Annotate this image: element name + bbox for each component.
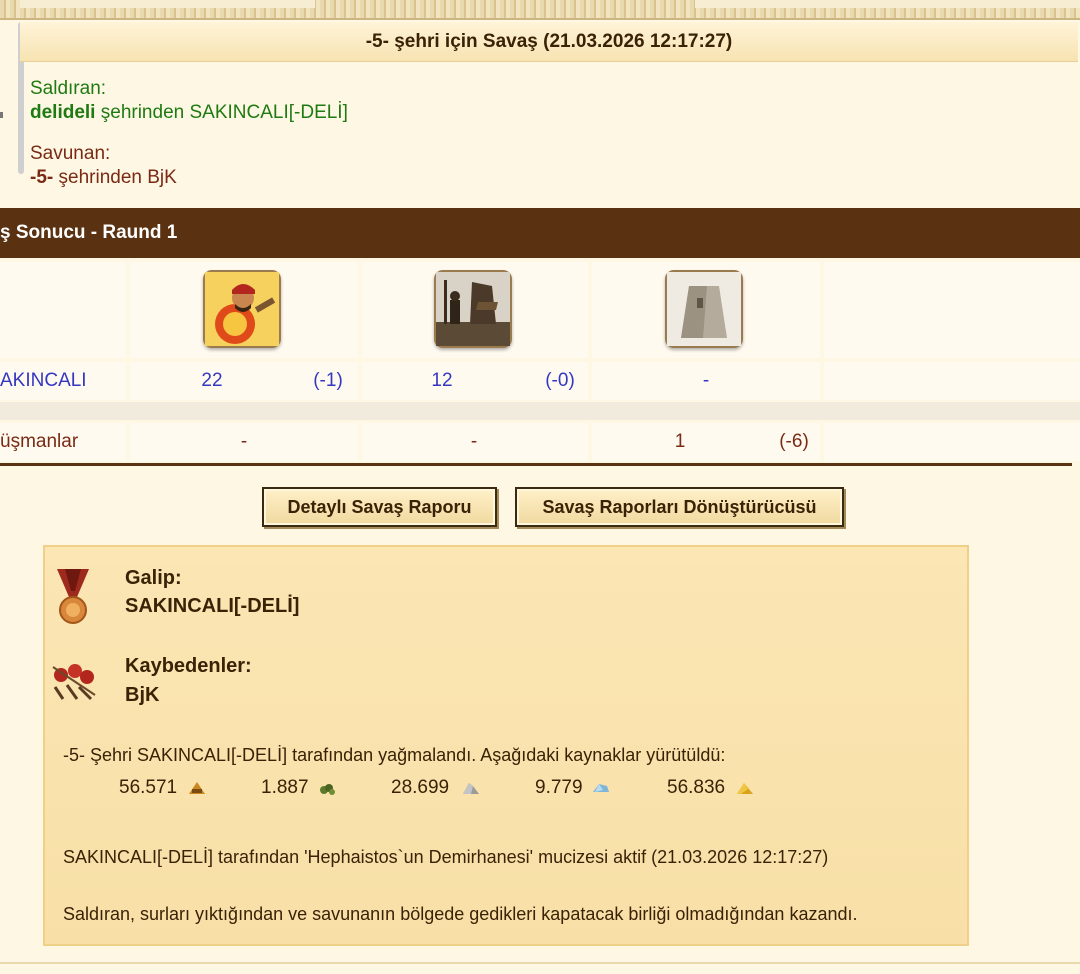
losers-label: Kaybedenler: (125, 655, 252, 677)
round-header: ş Sonucu - Raund 1 (0, 208, 1080, 258)
tab-strip-left (20, 0, 315, 8)
bottom-rule (0, 962, 1080, 964)
sulfur-amount: 56.836 (667, 777, 726, 798)
winner-label: Galip: (125, 567, 182, 589)
tab-strip-right (695, 0, 1080, 8)
top-decorative-border (0, 0, 1080, 20)
crystal-icon (593, 784, 609, 792)
wine-icon (320, 784, 335, 795)
plunder-text: -5- Şehri SAKINCALI[-DELİ] tarafından ya… (63, 745, 726, 765)
row2-cell2-count: - (470, 431, 478, 452)
hoplite-unit-icon[interactable] (203, 270, 281, 348)
round-title: ş Sonucu - Raund 1 (0, 222, 178, 243)
wine-amount: 1.887 (261, 777, 309, 798)
miracle-text: SAKINCALI[-DELİ] tarafından 'Hephaistos`… (63, 847, 829, 867)
row1-cell2: 12 (-0) (362, 362, 588, 400)
row1-cell3-count: - (702, 370, 710, 391)
city-wall-icon[interactable] (665, 270, 743, 348)
defender-label: Savunan: (30, 143, 111, 164)
defender-city-link[interactable]: -5- (30, 167, 53, 188)
row1-empty (824, 362, 1080, 400)
row2-cell1-count: - (240, 431, 248, 452)
attacker-info: delideli şehrinden SAKINCALI[-DELİ] (30, 101, 348, 125)
attacker-city-link[interactable]: delideli (30, 102, 95, 123)
row1-cell2-loss: (-0) (545, 370, 575, 391)
row2-cell1: - (130, 423, 358, 461)
edge-marker (0, 112, 3, 118)
icon-row-label-cell (0, 262, 126, 358)
row2-label-cell: üşmanlar (0, 423, 126, 461)
attacker-label: Saldıran: (30, 78, 107, 99)
battle-title: -5- şehri için Savaş (21.03.2026 12:17:2… (20, 22, 1078, 62)
row1-label: AKINCALI (0, 370, 87, 391)
winner-name: SAKINCALI[-DELİ] (125, 595, 300, 617)
row2-cell3: 1 (-6) (592, 423, 820, 461)
row2-label: üşmanlar (0, 431, 79, 452)
report-converter-button[interactable]: Savaş Raporları Dönüştürücüsü (515, 487, 844, 527)
battle-result-panel: Galip: SAKINCALI[-DELİ] Kaybedenler: BjK… (43, 545, 969, 946)
losers-soldiers-icon (52, 664, 96, 701)
row-spacer (0, 402, 1080, 420)
row1-cell1: 22 (-1) (130, 362, 358, 400)
sulfur-icon (737, 783, 753, 794)
crystal-amount: 9.779 (535, 777, 583, 798)
row1-cell2-count: 12 (431, 370, 453, 391)
losers-name: BjK (125, 684, 160, 706)
defender-info: -5- şehrinden BjK (30, 166, 177, 190)
unit-column-2 (362, 262, 588, 358)
unit-column-1 (130, 262, 358, 358)
wood-amount: 56.571 (119, 777, 178, 798)
row1-label-cell: AKINCALI (0, 362, 126, 400)
detailed-report-button[interactable]: Detaylı Savaş Raporu (262, 487, 497, 527)
row1-cell3: - (592, 362, 820, 400)
table-bottom-rule (0, 463, 1072, 466)
row1-cell1-loss: (-1) (313, 370, 343, 391)
unit-column-3 (592, 262, 820, 358)
catapult-unit-icon[interactable] (434, 270, 512, 348)
wood-icon (189, 782, 205, 794)
row2-empty (824, 423, 1080, 461)
marble-amount: 28.699 (391, 777, 450, 798)
winner-medal-icon (57, 569, 89, 624)
victory-reason-text: Saldıran, surları yıktığından ve savunan… (63, 904, 858, 924)
row2-cell3-count: 1 (674, 431, 686, 452)
row2-cell3-loss: (-6) (779, 431, 809, 452)
attacker-player: şehrinden SAKINCALI[-DELİ] (100, 102, 348, 123)
marble-icon (463, 783, 479, 794)
row2-cell2: - (362, 423, 588, 461)
row1-cell1-count: 22 (201, 370, 223, 391)
defender-player: şehrinden BjK (58, 167, 177, 188)
empty-column (824, 262, 1080, 358)
